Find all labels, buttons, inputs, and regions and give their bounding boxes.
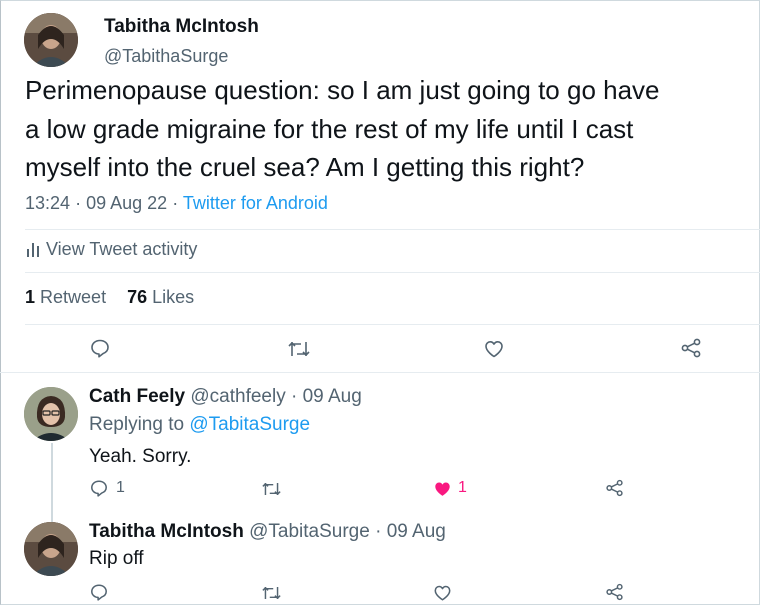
reply-icon[interactable] bbox=[90, 479, 108, 497]
bar-chart-icon bbox=[25, 241, 41, 262]
reply-author-handle[interactable]: @cathfeely bbox=[190, 386, 285, 407]
reply-author-handle[interactable]: @TabitaSurge bbox=[249, 521, 370, 542]
reply-author-name[interactable]: Tabitha McIntosh bbox=[89, 521, 244, 542]
author-name[interactable]: Tabitha McIntosh bbox=[104, 16, 259, 38]
meta-separator: · bbox=[172, 193, 179, 213]
divider bbox=[25, 229, 760, 230]
tweet-time[interactable]: 13:24 bbox=[25, 193, 70, 213]
reply-date[interactable]: 09 Aug bbox=[387, 521, 446, 542]
like-count: 1 bbox=[458, 479, 467, 496]
reply-text: Yeah. Sorry. bbox=[89, 446, 192, 467]
tweet-source-link[interactable]: Twitter for Android bbox=[183, 193, 328, 213]
tweet-text-line-2: a low grade migraine for the rest of my … bbox=[25, 114, 634, 144]
meta-separator: · bbox=[375, 521, 382, 542]
likes-count: 76 bbox=[127, 287, 148, 307]
view-tweet-activity-link[interactable]: View Tweet activity bbox=[25, 239, 197, 262]
reply-author-avatar[interactable] bbox=[24, 522, 78, 576]
divider bbox=[0, 372, 760, 373]
likes-stat[interactable]: 76 Likes bbox=[127, 287, 194, 307]
share-icon[interactable] bbox=[680, 338, 702, 358]
divider bbox=[25, 272, 760, 273]
author-avatar[interactable] bbox=[24, 13, 78, 67]
tweet-text-line-1: Perimenopause question: so I am just goi… bbox=[25, 75, 660, 105]
view-tweet-activity-label: View Tweet activity bbox=[46, 239, 198, 259]
thread-connector-line bbox=[51, 443, 53, 523]
reply-author-name[interactable]: Cath Feely bbox=[89, 386, 185, 407]
reply-header: Cath Feely @cathfeely · 09 Aug bbox=[89, 386, 362, 408]
liked-heart-icon[interactable] bbox=[433, 480, 452, 498]
like-icon[interactable] bbox=[484, 339, 504, 359]
divider bbox=[25, 324, 760, 325]
retweet-label: Retweet bbox=[40, 287, 107, 307]
meta-separator: · bbox=[75, 193, 82, 213]
reply-count: 1 bbox=[116, 479, 125, 496]
retweet-count: 1 bbox=[25, 287, 36, 307]
replying-to-prefix: Replying to bbox=[89, 414, 185, 435]
reply-header: Tabitha McIntosh @TabitaSurge · 09 Aug bbox=[89, 521, 446, 543]
retweet-icon[interactable] bbox=[288, 340, 310, 358]
retweet-icon[interactable] bbox=[262, 585, 281, 601]
reply-date[interactable]: 09 Aug bbox=[303, 386, 362, 407]
retweet-icon[interactable] bbox=[262, 481, 281, 497]
share-icon[interactable] bbox=[605, 479, 624, 497]
tweet-meta: 13:24 · 09 Aug 22 · Twitter for Android bbox=[25, 193, 328, 214]
reply-icon[interactable] bbox=[90, 338, 110, 358]
like-icon[interactable] bbox=[433, 584, 452, 602]
tweet-text-line-3: myself into the cruel sea? Am I getting … bbox=[25, 152, 585, 182]
replying-to: Replying to @TabitaSurge bbox=[89, 414, 310, 436]
share-icon[interactable] bbox=[605, 583, 624, 601]
meta-separator: · bbox=[291, 386, 298, 407]
replying-to-handle[interactable]: @TabitaSurge bbox=[189, 414, 310, 435]
reply-text: Rip off bbox=[89, 548, 144, 569]
tweet-date[interactable]: 09 Aug 22 bbox=[86, 193, 167, 213]
reply-author-avatar[interactable] bbox=[24, 387, 78, 441]
reply-icon[interactable] bbox=[90, 583, 108, 601]
engagement-stats: 1 Retweet 76 Likes bbox=[25, 287, 194, 308]
author-handle[interactable]: @TabithaSurge bbox=[104, 46, 228, 67]
retweets-stat[interactable]: 1 Retweet bbox=[25, 287, 111, 307]
likes-label: Likes bbox=[152, 287, 195, 307]
